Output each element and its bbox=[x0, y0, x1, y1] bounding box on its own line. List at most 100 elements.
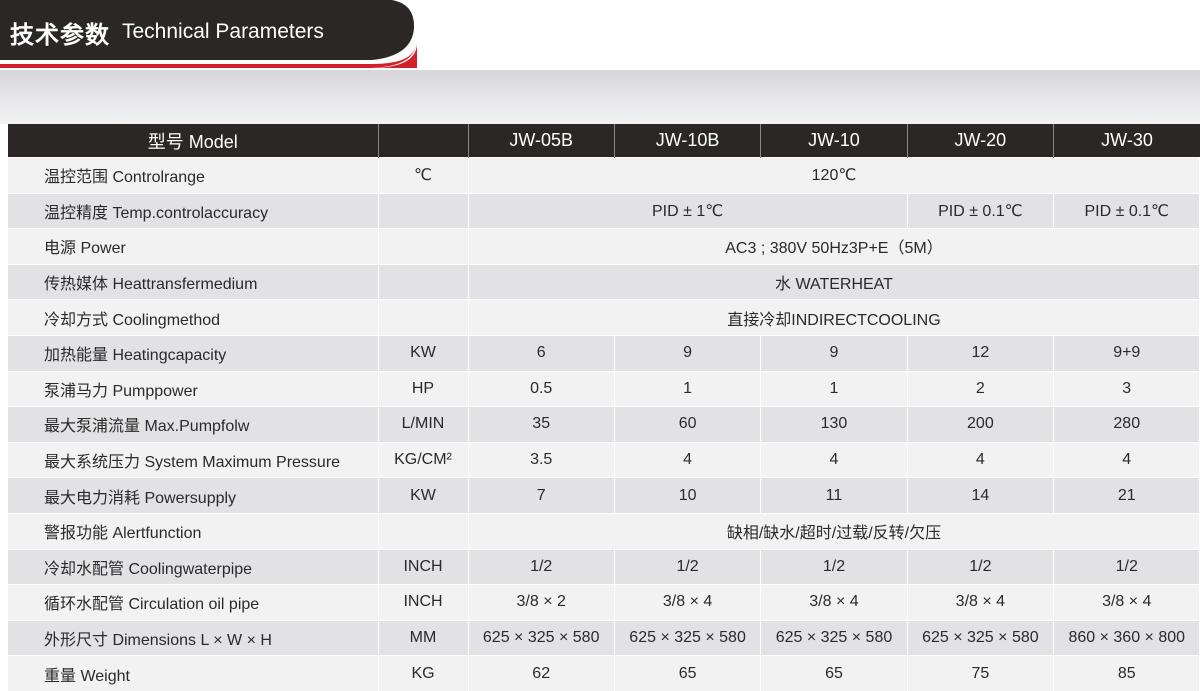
value-cell: 1 bbox=[614, 370, 762, 407]
header-banner: 技术参数 Technical Parameters bbox=[0, 0, 1200, 80]
value-cell: 85 bbox=[1053, 655, 1200, 691]
param-name-cell: 冷却水配管 Coolingwaterpipe bbox=[8, 548, 379, 585]
unit-cell: L/MIN bbox=[378, 406, 469, 443]
param-name-cell: 电源 Power bbox=[8, 228, 379, 265]
header-model-name: JW-10B bbox=[614, 124, 762, 158]
value-cell: PID ± 0.1℃ bbox=[907, 192, 1055, 229]
value-cell: 4 bbox=[1053, 441, 1200, 478]
value-cell: 6 bbox=[468, 334, 615, 372]
value-cell: 62 bbox=[468, 655, 615, 691]
value-cell: 35 bbox=[468, 406, 615, 443]
header-model-name: JW-10 bbox=[760, 124, 908, 158]
value-cell: 9 bbox=[614, 334, 762, 372]
unit-cell: KG bbox=[378, 655, 469, 691]
unit-cell bbox=[378, 192, 469, 229]
table-row: 电源 Power AC3 ; 380V 50Hz3P+E（5M） bbox=[8, 228, 1200, 265]
value-cell: 11 bbox=[760, 477, 908, 514]
param-name-cell: 温控范围 Controlrange bbox=[8, 157, 379, 194]
param-name-cell: 泵浦马力 Pumppower bbox=[8, 370, 379, 407]
value-cell: 3/8 × 4 bbox=[614, 584, 762, 621]
parameters-table: 型号 Model JW-05B JW-10B JW-10 JW-20 JW-30… bbox=[8, 124, 1200, 691]
value-cell: 60 bbox=[614, 406, 762, 443]
value-cell: 1/2 bbox=[760, 548, 908, 585]
value-cell: 4 bbox=[614, 441, 762, 478]
table-row: 冷却方式 Coolingmethod 直接冷却INDIRECTCOOLING bbox=[8, 299, 1200, 336]
unit-cell bbox=[378, 263, 469, 300]
table-row: 循环水配管 Circulation oil pipe INCH 3/8 × 2 3/8… bbox=[8, 584, 1200, 621]
value-cell: 625 × 325 × 580 bbox=[614, 619, 762, 656]
value-cell: 3 bbox=[1053, 370, 1200, 407]
header-model-name: JW-05B bbox=[468, 124, 615, 158]
param-name-cell: 传热媒体 Heattransfermedium bbox=[8, 263, 379, 300]
table-row: 外形尺寸 Dimensions L × W × H MM 625 × 325 × 5… bbox=[8, 619, 1200, 656]
table-row: 加热能量 Heatingcapacity KW 6 9 9 12 9+9 bbox=[8, 334, 1200, 372]
value-cell: 3/8 × 2 bbox=[468, 584, 615, 621]
value-cell: 65 bbox=[614, 655, 762, 691]
unit-cell: INCH bbox=[378, 584, 469, 621]
param-name-cell: 最大泵浦流量 Max.Pumpfolw bbox=[8, 406, 379, 443]
value-cell: 65 bbox=[760, 655, 908, 691]
value-cell: 2 bbox=[907, 370, 1055, 407]
value-cell: 4 bbox=[760, 441, 908, 478]
unit-cell: KG/CM² bbox=[378, 441, 469, 478]
value-cell: 625 × 325 × 580 bbox=[468, 619, 615, 656]
value-cell: 14 bbox=[907, 477, 1055, 514]
parameters-table-container: 型号 Model JW-05B JW-10B JW-10 JW-20 JW-30… bbox=[8, 124, 1200, 691]
param-name-cell: 温控精度 Temp.controlaccuracy bbox=[8, 192, 379, 229]
unit-cell: ℃ bbox=[378, 157, 469, 194]
value-cell: 1 bbox=[760, 370, 908, 407]
value-cell: 9+9 bbox=[1053, 334, 1200, 372]
value-cell: 3/8 × 4 bbox=[907, 584, 1055, 621]
table-row: 最大系统压力 System Maximum Pressure KG/CM² 3.5 4… bbox=[8, 441, 1200, 478]
table-row: 传热媒体 Heattransfermedium 水 WATERHEAT bbox=[8, 263, 1200, 300]
gray-band bbox=[0, 70, 1200, 124]
value-cell: 7 bbox=[468, 477, 615, 514]
header-model-name: JW-30 bbox=[1053, 124, 1200, 158]
value-cell: 120℃ bbox=[468, 157, 1200, 194]
table-row: 泵浦马力 Pumppower HP 0.5 1 1 2 3 bbox=[8, 370, 1200, 407]
unit-cell: KW bbox=[378, 334, 469, 372]
table-row: 温控精度 Temp.controlaccuracy PID ± 1℃ PID ± 0… bbox=[8, 192, 1200, 229]
table-row: 重量 Weight KG 62 65 65 75 85 bbox=[8, 655, 1200, 691]
value-cell: 3/8 × 4 bbox=[1053, 584, 1200, 621]
header-unit bbox=[378, 124, 469, 158]
param-name-cell: 外形尺寸 Dimensions L × W × H bbox=[8, 619, 379, 656]
value-cell: 130 bbox=[760, 406, 908, 443]
param-name-cell: 冷却方式 Coolingmethod bbox=[8, 299, 379, 336]
header-model: 型号 Model bbox=[8, 124, 379, 158]
page-title-cn: 技术参数 bbox=[10, 21, 110, 49]
value-cell: 直接冷却INDIRECTCOOLING bbox=[468, 299, 1200, 336]
unit-cell bbox=[378, 512, 469, 550]
header-model-name: JW-20 bbox=[907, 124, 1055, 158]
param-name-cell: 最大电力消耗 Powersupply bbox=[8, 477, 379, 514]
table-body: 温控范围 Controlrange ℃ 120℃ 温控精度 Temp.controla… bbox=[8, 157, 1200, 691]
table-row: 警报功能 Alertfunction 缺相/缺水/超时/过载/反转/欠压 bbox=[8, 512, 1200, 550]
value-cell: 625 × 325 × 580 bbox=[907, 619, 1055, 656]
table-row: 最大泵浦流量 Max.Pumpfolw L/MIN 35 60 130 200 280 bbox=[8, 406, 1200, 443]
value-cell: 3/8 × 4 bbox=[760, 584, 908, 621]
value-cell: 1/2 bbox=[1053, 548, 1200, 585]
value-cell: 4 bbox=[907, 441, 1055, 478]
value-cell: 0.5 bbox=[468, 370, 615, 407]
value-cell: AC3 ; 380V 50Hz3P+E（5M） bbox=[468, 228, 1200, 265]
value-cell: 1/2 bbox=[614, 548, 762, 585]
value-cell: 200 bbox=[907, 406, 1055, 443]
value-cell: 1/2 bbox=[468, 548, 615, 585]
param-name-cell: 最大系统压力 System Maximum Pressure bbox=[8, 441, 379, 478]
value-cell: 12 bbox=[907, 334, 1055, 372]
param-name-cell: 循环水配管 Circulation oil pipe bbox=[8, 584, 379, 621]
table-row: 温控范围 Controlrange ℃ 120℃ bbox=[8, 157, 1200, 194]
unit-cell: KW bbox=[378, 477, 469, 514]
param-name-cell: 重量 Weight bbox=[8, 655, 379, 691]
value-cell: 3.5 bbox=[468, 441, 615, 478]
table-header-row: 型号 Model JW-05B JW-10B JW-10 JW-20 JW-30 bbox=[8, 124, 1200, 158]
value-cell: 75 bbox=[907, 655, 1055, 691]
value-cell: 625 × 325 × 580 bbox=[760, 619, 908, 656]
value-cell: 10 bbox=[614, 477, 762, 514]
unit-cell: HP bbox=[378, 370, 469, 407]
unit-cell: MM bbox=[378, 619, 469, 656]
unit-cell: INCH bbox=[378, 548, 469, 585]
value-cell: 860 × 360 × 800 bbox=[1053, 619, 1200, 656]
table-row: 冷却水配管 Coolingwaterpipe INCH 1/2 1/2 1/2 1/2 1/… bbox=[8, 548, 1200, 585]
param-name-cell: 加热能量 Heatingcapacity bbox=[8, 334, 379, 372]
